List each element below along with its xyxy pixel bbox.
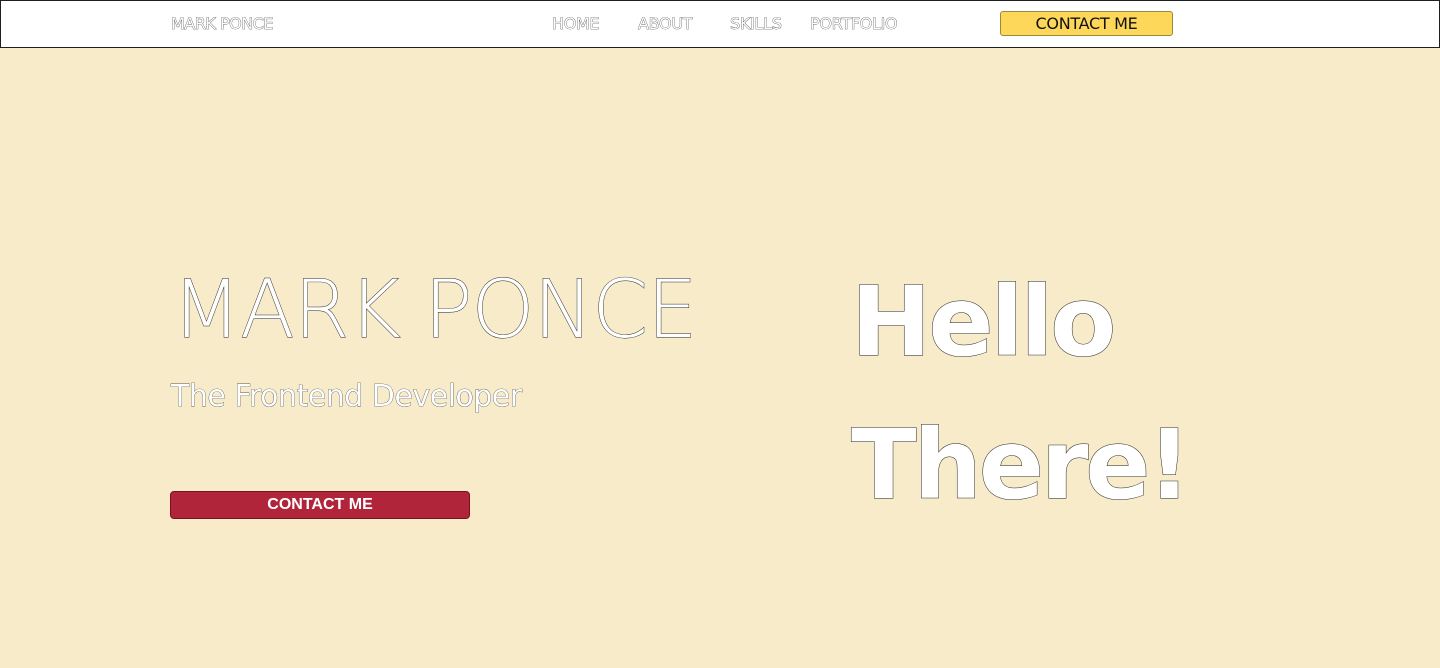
- hero-name-heading: MARK PONCE: [172, 263, 699, 357]
- nav-link-skills[interactable]: SKILLS: [730, 14, 782, 34]
- top-navbar: MARK PONCE HOME ABOUT SKILLS PORTFOLIO C…: [0, 0, 1440, 48]
- nav-link-portfolio[interactable]: PORTFOLIO: [810, 14, 898, 34]
- nav-link-home[interactable]: HOME: [552, 14, 600, 34]
- hero-role-subtitle: The Frontend Developer: [171, 379, 523, 415]
- greeting-line-2: There!: [850, 409, 1191, 521]
- greeting-line-1: Hello: [850, 266, 1116, 378]
- nav-contact-button[interactable]: CONTACT ME: [1000, 11, 1173, 36]
- nav-link-about[interactable]: ABOUT: [638, 14, 693, 34]
- hero-contact-button[interactable]: CONTACT ME: [170, 491, 470, 519]
- brand-logo-text[interactable]: MARK PONCE: [171, 14, 274, 34]
